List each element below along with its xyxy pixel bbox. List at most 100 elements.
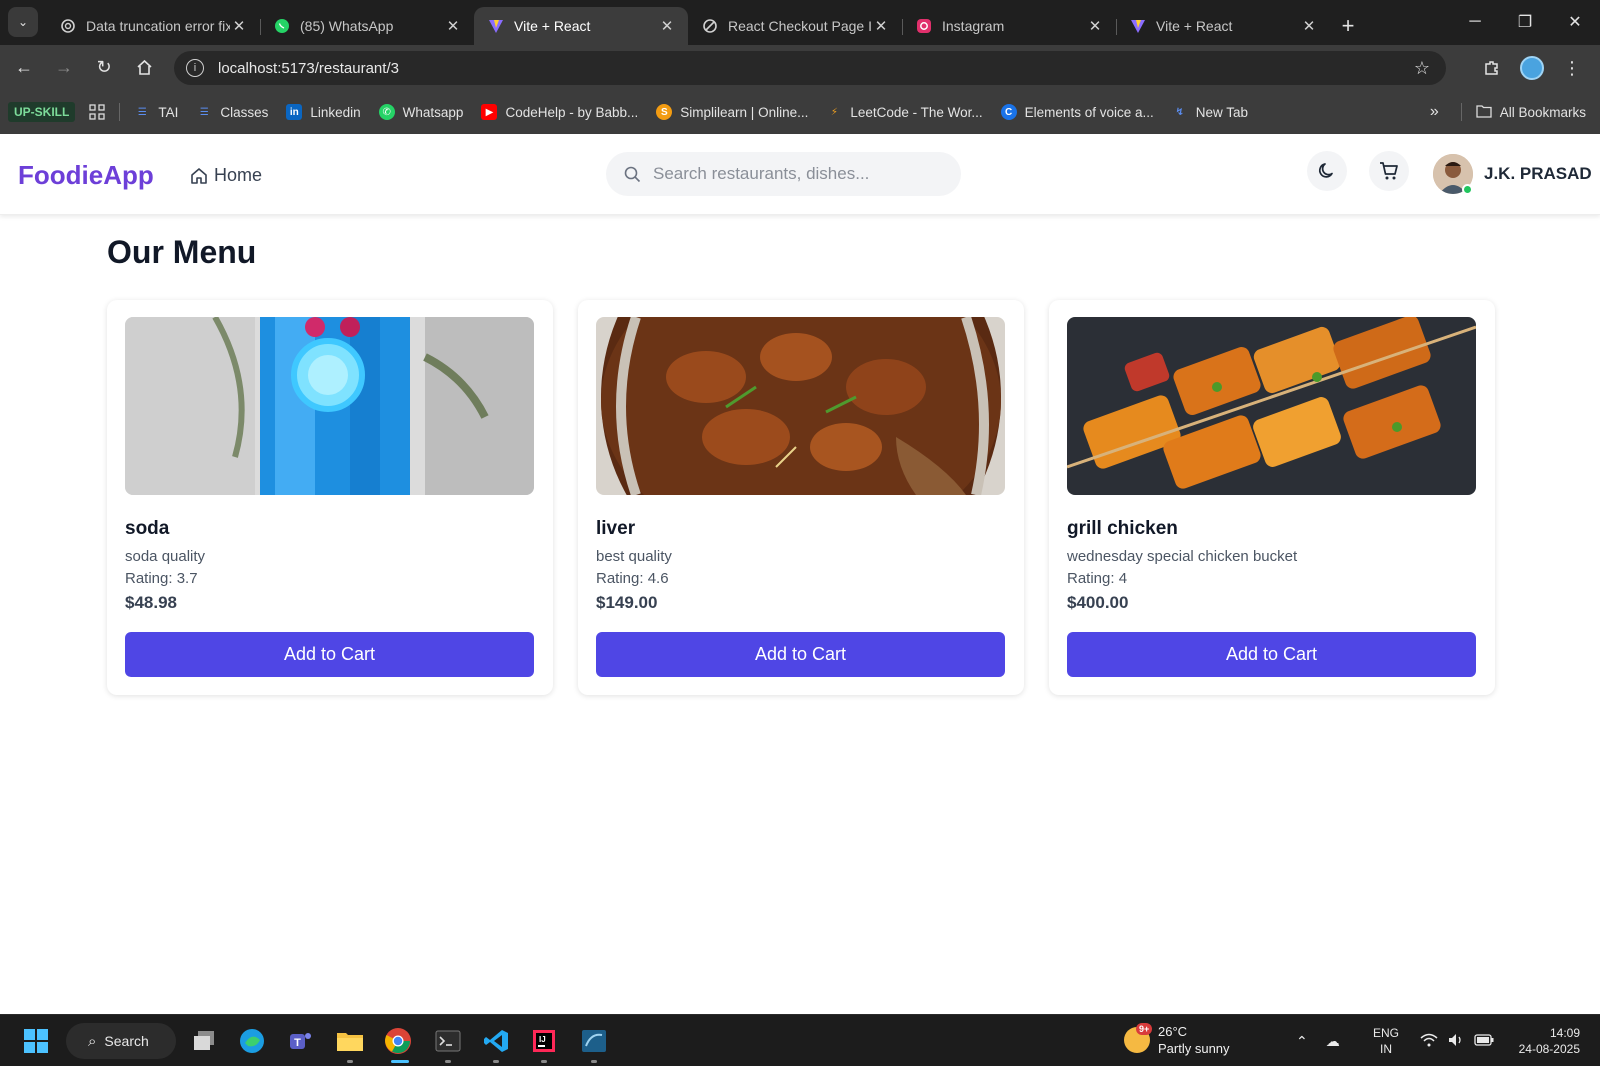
close-window-icon[interactable]: ✕ xyxy=(1550,0,1600,44)
reload-icon[interactable]: ↻ xyxy=(84,48,124,88)
folder-icon xyxy=(1476,104,1492,121)
new-tab-icon: ↯ xyxy=(1175,106,1184,118)
search-bar xyxy=(606,152,961,196)
cart-icon xyxy=(1380,162,1398,180)
user-name[interactable]: J.K. PRASAD xyxy=(1484,164,1592,184)
more-menu-icon[interactable]: ⋮ xyxy=(1552,48,1592,88)
chrome-icon[interactable] xyxy=(380,1023,416,1059)
add-to-cart-button[interactable]: Add to Cart xyxy=(1067,632,1476,677)
bookmark-item[interactable]: C Elements of voice a... xyxy=(1000,104,1154,120)
bookmark-item[interactable]: ☰ TAI xyxy=(134,104,178,120)
system-tray: ⌃ ☁ xyxy=(1296,1023,1340,1059)
simplilearn-icon: S xyxy=(656,104,673,120)
soda-image xyxy=(125,317,534,495)
new-tab-button[interactable]: + xyxy=(1330,7,1366,45)
all-bookmarks-link[interactable]: All Bookmarks xyxy=(1500,105,1586,120)
profile-icon[interactable] xyxy=(1512,48,1552,88)
item-rating: Rating: 4.6 xyxy=(596,570,669,587)
intellij-icon[interactable]: IJ xyxy=(526,1023,562,1059)
browser-tab-active[interactable]: Vite + React ✕ xyxy=(474,7,688,45)
whatsapp-icon xyxy=(274,18,290,34)
bookmark-item[interactable]: ▶ CodeHelp - by Babb... xyxy=(481,104,638,120)
teams-icon[interactable]: T xyxy=(282,1023,318,1059)
browser-tab[interactable]: React Checkout Page Im ✕ xyxy=(688,7,903,45)
restore-icon[interactable]: ❐ xyxy=(1500,0,1550,44)
clock[interactable]: 14:09 24-08-2025 xyxy=(1519,1025,1580,1057)
item-name: grill chicken xyxy=(1067,518,1178,539)
extensions-icon[interactable] xyxy=(1472,48,1512,88)
nav-home-label: Home xyxy=(214,165,263,185)
close-tab-icon[interactable]: ✕ xyxy=(1300,17,1318,35)
apps-grid-icon[interactable] xyxy=(89,104,105,120)
item-description: best quality xyxy=(596,548,672,565)
bookmark-star-icon[interactable]: ☆ xyxy=(1414,58,1430,79)
close-tab-icon[interactable]: ✕ xyxy=(1086,17,1104,35)
instagram-icon xyxy=(916,18,932,34)
browser-tab[interactable]: Data truncation error fix ✕ xyxy=(46,7,261,45)
site-info-icon[interactable]: i xyxy=(186,59,204,77)
volume-icon[interactable] xyxy=(1448,1033,1464,1050)
tab-strip: ⌄ Data truncation error fix ✕ (85) Whats… xyxy=(0,0,1600,45)
bookmark-item[interactable]: ✆ Whatsapp xyxy=(378,104,463,120)
item-description: wednesday special chicken bucket xyxy=(1067,548,1298,565)
item-price: $149.00 xyxy=(596,593,658,612)
tab-title: Instagram xyxy=(942,18,1005,34)
vscode-icon[interactable] xyxy=(478,1023,514,1059)
edge-icon[interactable] xyxy=(234,1023,270,1059)
tab-title: Data truncation error fix xyxy=(86,18,230,34)
browser-tab[interactable]: (85) WhatsApp ✕ xyxy=(260,7,474,45)
more-bookmarks-icon[interactable]: » xyxy=(1430,103,1439,121)
address-bar[interactable]: i localhost:5173/restaurant/3 ☆ xyxy=(174,51,1446,85)
weather-temp: 26°C xyxy=(1158,1024,1188,1039)
toolbar: ← → ↻ i localhost:5173/restaurant/3 ☆ ⋮ xyxy=(0,45,1600,90)
svg-text:T: T xyxy=(294,1037,301,1049)
youtube-icon: ▶ xyxy=(481,104,498,120)
weather-widget[interactable]: 9+ 26°C Partly sunny xyxy=(1124,1023,1230,1057)
bookmark-item[interactable]: in Linkedin xyxy=(286,104,361,120)
theme-toggle-button[interactable] xyxy=(1307,151,1347,191)
language-indicator[interactable]: ENG IN xyxy=(1373,1025,1399,1057)
back-icon[interactable]: ← xyxy=(4,48,44,88)
vite-icon xyxy=(1130,18,1146,34)
browser-tab[interactable]: Vite + React ✕ xyxy=(1116,7,1330,45)
notification-badge: 9+ xyxy=(1136,1023,1153,1035)
browser-tab[interactable]: Instagram ✕ xyxy=(902,7,1117,45)
partly-sunny-icon: 9+ xyxy=(1124,1023,1153,1053)
toolbar-actions: ⋮ xyxy=(1472,48,1592,88)
whatsapp-icon: ✆ xyxy=(378,104,395,120)
close-tab-icon[interactable]: ✕ xyxy=(872,17,890,35)
minimize-icon[interactable]: ─ xyxy=(1450,0,1500,44)
cart-button[interactable] xyxy=(1369,151,1409,191)
battery-icon[interactable] xyxy=(1474,1033,1494,1049)
chevron-up-icon[interactable]: ⌃ xyxy=(1296,1033,1308,1050)
bookmark-item[interactable]: ↯ New Tab xyxy=(1172,104,1248,120)
search-input[interactable] xyxy=(653,164,943,184)
nav-home-link[interactable]: Home xyxy=(190,165,262,186)
task-view-icon[interactable] xyxy=(186,1023,222,1059)
wifi-icon[interactable] xyxy=(1420,1033,1438,1050)
bookmark-item[interactable]: S Simplilearn | Online... xyxy=(656,104,808,120)
windows-start-icon[interactable] xyxy=(18,1023,54,1059)
taskbar-search[interactable]: ⌕ Search xyxy=(66,1023,176,1059)
taskbar: ⌕ Search T IJ 9+ 26°C Partly sunny ⌃ ☁ E… xyxy=(0,1014,1600,1066)
home-icon[interactable] xyxy=(124,48,164,88)
file-explorer-icon[interactable] xyxy=(332,1023,368,1059)
close-tab-icon[interactable]: ✕ xyxy=(658,17,676,35)
upskill-bookmark[interactable]: UP-SKILL xyxy=(8,102,76,122)
onedrive-icon[interactable]: ☁ xyxy=(1326,1033,1340,1050)
close-tab-icon[interactable]: ✕ xyxy=(230,17,248,35)
brand-logo[interactable]: FoodieApp xyxy=(18,160,154,191)
bookmark-item[interactable]: ☰ Classes xyxy=(196,104,269,120)
add-to-cart-button[interactable]: Add to Cart xyxy=(596,632,1005,677)
bookmark-item[interactable]: ⚡ LeetCode - The Wor... xyxy=(826,104,983,120)
terminal-icon[interactable] xyxy=(430,1023,466,1059)
add-to-cart-button[interactable]: Add to Cart xyxy=(125,632,534,677)
close-tab-icon[interactable]: ✕ xyxy=(444,17,462,35)
forward-icon[interactable]: → xyxy=(44,48,84,88)
tab-search-menu-button[interactable]: ⌄ xyxy=(8,7,38,37)
menu-item-card: liver best quality Rating: 4.6 $149.00 A… xyxy=(578,300,1024,695)
page-title: Our Menu xyxy=(107,234,257,270)
url-text[interactable]: localhost:5173/restaurant/3 xyxy=(218,60,399,77)
mysql-workbench-icon[interactable] xyxy=(576,1023,612,1059)
svg-text:IJ: IJ xyxy=(539,1035,546,1044)
